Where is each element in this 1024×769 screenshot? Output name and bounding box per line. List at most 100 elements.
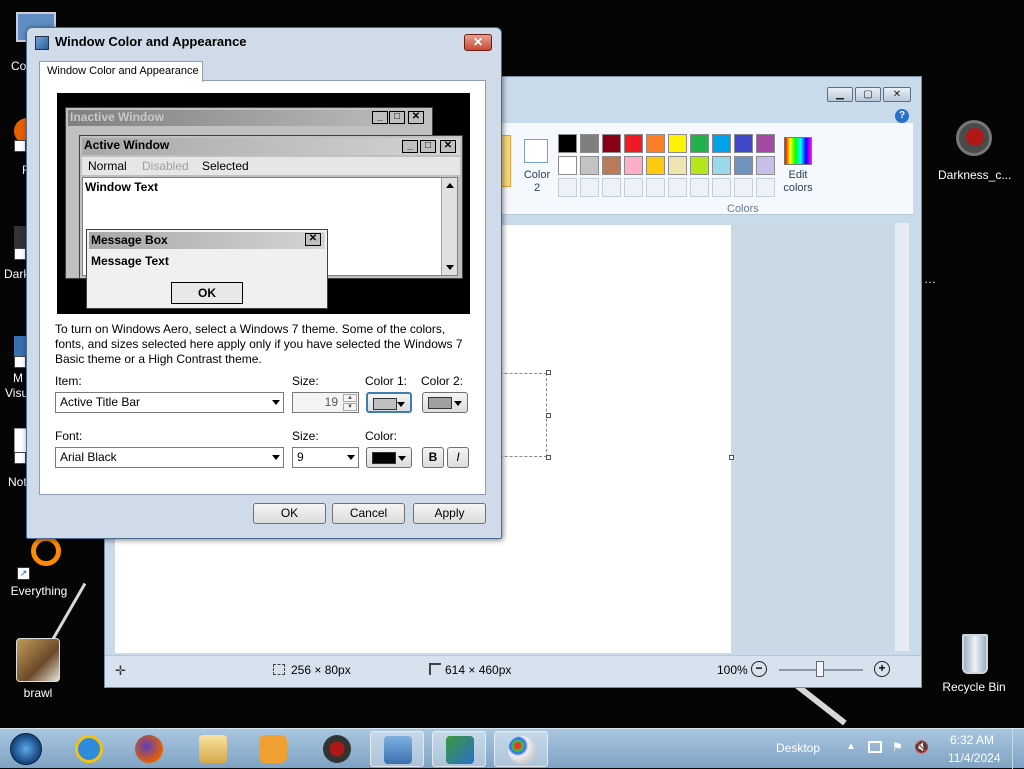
italic-button[interactable]: I	[447, 447, 469, 468]
preview-menu-selected[interactable]: Selected	[202, 159, 249, 173]
palette-swatch[interactable]	[580, 178, 599, 197]
palette-swatch[interactable]	[558, 178, 577, 197]
palette-swatch[interactable]	[756, 178, 775, 197]
palette-swatch[interactable]	[624, 134, 643, 153]
preview-message-box[interactable]: Message Box ✕ Message Text OK	[86, 229, 328, 309]
palette-swatch[interactable]	[624, 178, 643, 197]
color2-button[interactable]: Color 2	[517, 135, 557, 195]
chevron-down-icon	[397, 402, 405, 407]
zoom-out-button[interactable]: −	[751, 661, 767, 677]
canvas-resize-handle[interactable]	[729, 455, 734, 460]
maximize-button[interactable]: ▢	[855, 87, 881, 102]
zoom-slider-thumb[interactable]	[816, 661, 824, 677]
palette-swatch[interactable]	[668, 134, 687, 153]
palette-swatch[interactable]	[712, 178, 731, 197]
palette-swatch[interactable]	[558, 156, 577, 175]
font-select-value: Arial Black	[60, 450, 117, 464]
volume-muted-icon[interactable]: 🔇	[914, 740, 929, 754]
tab-window-color-appearance[interactable]: Window Color and Appearance	[39, 61, 203, 82]
color2-picker[interactable]	[422, 392, 468, 413]
clock-date[interactable]: 11/4/2024	[948, 751, 1001, 765]
palette-swatch[interactable]	[690, 178, 709, 197]
palette-swatch[interactable]	[602, 178, 621, 197]
taskbar-darkness-app[interactable]	[310, 731, 364, 767]
taskbar-firefox[interactable]	[122, 731, 176, 767]
font-select[interactable]: Arial Black	[55, 447, 284, 468]
minimize-button[interactable]: ▁	[827, 87, 853, 102]
palette-swatch[interactable]	[602, 156, 621, 175]
move-cursor-icon: ✛	[115, 663, 126, 678]
taskbar-paint[interactable]	[494, 731, 548, 767]
palette-swatch[interactable]	[734, 178, 753, 197]
item-size-stepper[interactable]: 19 ▲ ▼	[292, 392, 359, 413]
canvas-resize-handle[interactable]	[546, 413, 551, 418]
palette-swatch[interactable]	[668, 178, 687, 197]
palette-swatch[interactable]	[646, 134, 665, 153]
desktop-toolbar-label[interactable]: Desktop	[776, 741, 820, 755]
status-bar: ✛ 256 × 80px 614 × 460px 100% − +	[105, 655, 921, 687]
palette-swatch[interactable]	[602, 134, 621, 153]
font-color-swatch	[372, 452, 396, 464]
preview-ok-button[interactable]: OK	[171, 282, 243, 304]
taskbar-control-panel[interactable]	[370, 731, 424, 767]
vertical-scrollbar[interactable]	[895, 223, 909, 651]
shortcut-arrow-icon	[14, 248, 26, 260]
canvas-resize-handle[interactable]	[546, 455, 551, 460]
palette-swatch[interactable]	[646, 156, 665, 175]
palette-swatch[interactable]	[712, 134, 731, 153]
desktop-icon-everything[interactable]: ↗ Everything	[3, 536, 75, 598]
desktop-icon-label: Visu	[5, 386, 29, 400]
help-icon[interactable]: ?	[895, 109, 909, 123]
start-button[interactable]	[6, 731, 46, 767]
darkness-app-icon	[952, 120, 996, 164]
color1-tool-edge[interactable]	[501, 135, 511, 187]
clock-time[interactable]: 6:32 AM	[950, 733, 994, 747]
palette-swatch[interactable]	[734, 156, 753, 175]
palette-swatch[interactable]	[580, 156, 599, 175]
dialog-close-button[interactable]: ✕	[464, 34, 492, 51]
show-hidden-icons-button[interactable]: ▲	[846, 741, 856, 752]
canvas-resize-handle[interactable]	[546, 370, 551, 375]
preview-menu-disabled[interactable]: Disabled	[142, 159, 189, 173]
edit-colors-button[interactable]: Edit colors	[777, 135, 819, 195]
taskbar-internet-explorer[interactable]	[62, 731, 116, 767]
apply-button[interactable]: Apply	[413, 503, 486, 524]
font-color-picker[interactable]	[366, 447, 412, 468]
taskbar-file-explorer[interactable]	[186, 731, 240, 767]
palette-swatch[interactable]	[668, 156, 687, 175]
palette-swatch[interactable]	[580, 134, 599, 153]
palette-swatch[interactable]	[690, 134, 709, 153]
cancel-button[interactable]: Cancel	[332, 503, 405, 524]
palette-swatch[interactable]	[734, 134, 753, 153]
desktop-icon-brawl[interactable]: brawl	[2, 638, 74, 700]
desktop-icon-darkness-c[interactable]: Darkness_c...	[938, 120, 1011, 182]
palette-swatch[interactable]	[756, 134, 775, 153]
font-size-select[interactable]: 9	[292, 447, 359, 468]
taskbar-personalization[interactable]	[432, 731, 486, 767]
desktop-icon-label: Co	[11, 59, 27, 73]
network-icon[interactable]	[868, 741, 882, 753]
palette-swatch[interactable]	[646, 178, 665, 197]
spin-up-icon[interactable]: ▲	[343, 394, 357, 402]
ok-button[interactable]: OK	[253, 503, 326, 524]
palette-swatch[interactable]	[624, 156, 643, 175]
taskbar-media-player[interactable]	[246, 731, 300, 767]
item-select[interactable]: Active Title Bar	[55, 392, 284, 413]
bold-button[interactable]: B	[422, 447, 444, 468]
close-button[interactable]: ✕	[883, 87, 911, 102]
palette-swatch[interactable]	[558, 134, 577, 153]
palette-swatch[interactable]	[756, 156, 775, 175]
show-desktop-button[interactable]	[1012, 729, 1024, 769]
font-size-label: Size:	[292, 429, 319, 443]
action-center-flag-icon[interactable]: ⚑	[892, 740, 903, 754]
palette-swatch[interactable]	[712, 156, 731, 175]
preview-scrollbar[interactable]	[441, 178, 457, 275]
desktop-icon-recycle-bin[interactable]: Recycle Bin	[938, 632, 1010, 694]
color1-picker[interactable]	[366, 392, 412, 413]
palette-swatch[interactable]	[690, 156, 709, 175]
windows-logo-icon	[10, 733, 42, 765]
desktop-icon-label: M	[13, 371, 23, 385]
zoom-in-button[interactable]: +	[874, 661, 890, 677]
preview-menu-normal[interactable]: Normal	[88, 159, 127, 173]
spin-down-icon[interactable]: ▼	[343, 403, 357, 411]
